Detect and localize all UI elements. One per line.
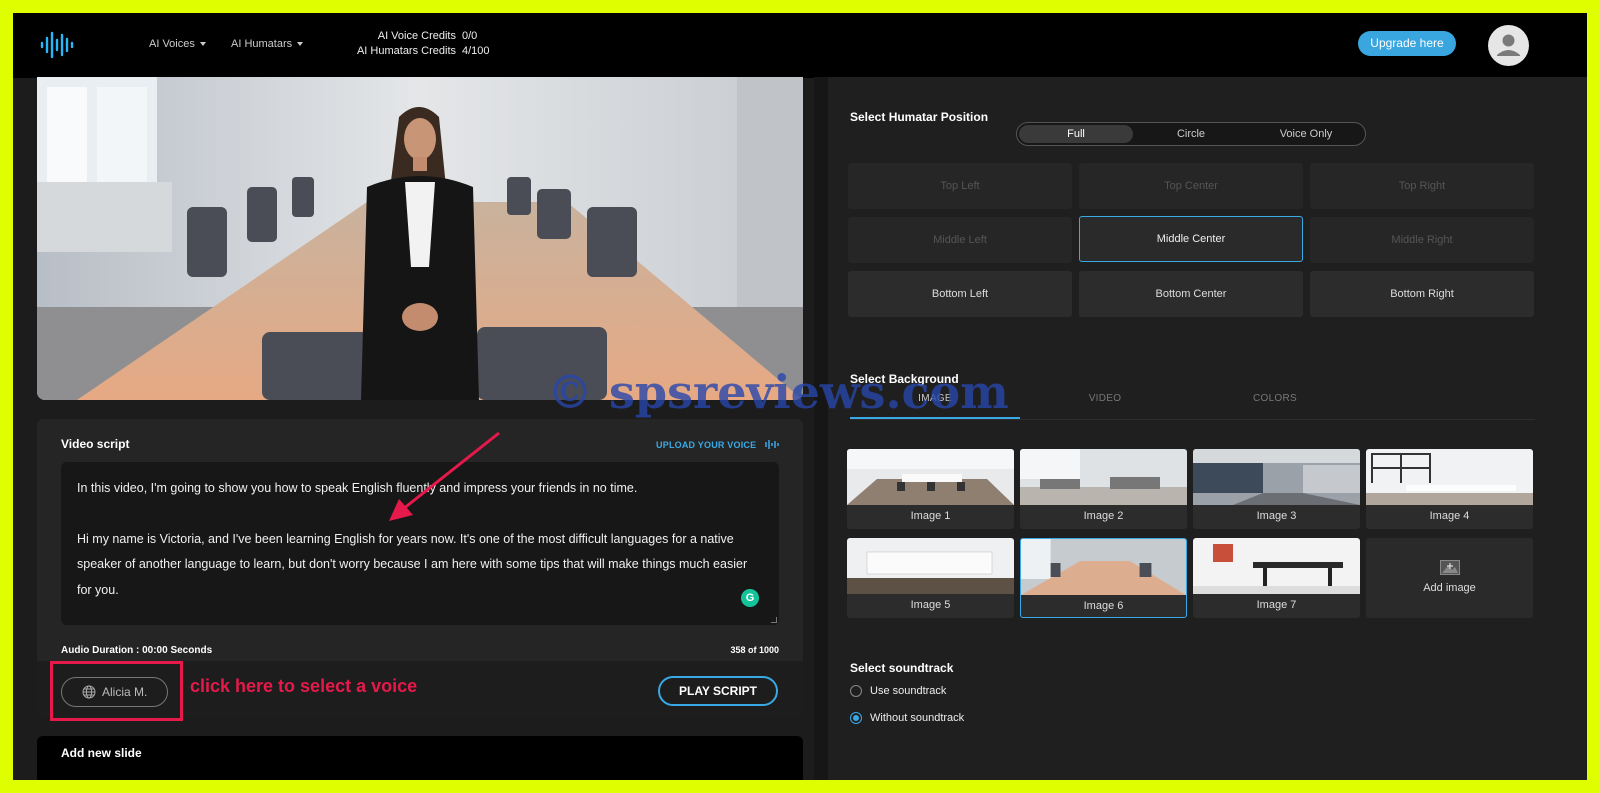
shape-option-circle[interactable]: Circle: [1134, 125, 1248, 143]
user-avatar[interactable]: [1488, 25, 1529, 66]
character-count: 358 of 1000: [730, 645, 779, 655]
settings-right-column: Select Humatar Position Full Circle Voic…: [828, 77, 1587, 780]
background-image-4[interactable]: Image 4: [1366, 449, 1533, 529]
script-blank-line: [77, 502, 763, 527]
office-thumbnail-image: [1193, 538, 1360, 594]
humatar-position-title: Select Humatar Position: [850, 110, 989, 124]
voice-credits-value: 0/0: [462, 30, 478, 42]
humatar-credits-value: 4/100: [462, 45, 490, 57]
voice-credits-row: AI Voice Credits 0/0: [341, 29, 496, 44]
script-textarea[interactable]: In this video, I'm going to show you how…: [61, 462, 779, 625]
nav-ai-voices-label: AI Voices: [149, 38, 195, 50]
office-thumbnail-image: [1193, 449, 1360, 505]
background-image-label: Image 4: [1429, 510, 1470, 522]
position-top-right[interactable]: Top Right: [1310, 163, 1534, 209]
position-top-center[interactable]: Top Center: [1079, 163, 1303, 209]
background-image-1[interactable]: Image 1: [847, 449, 1014, 529]
add-image-label: Add image: [1423, 582, 1476, 594]
script-paragraph: In this video, I'm going to show you how…: [77, 481, 638, 495]
play-script-button[interactable]: PLAY SCRIPT: [658, 676, 778, 706]
background-image-3[interactable]: Image 3: [1193, 449, 1360, 529]
position-bottom-center[interactable]: Bottom Center: [1079, 271, 1303, 317]
background-image-label: Image 6: [1083, 600, 1124, 612]
background-image-6[interactable]: Image 6: [1020, 538, 1187, 618]
position-middle-right[interactable]: Middle Right: [1310, 217, 1534, 263]
soundtrack-option-without[interactable]: Without soundtrack: [850, 712, 965, 725]
add-new-slide-card[interactable]: Add new slide: [37, 736, 803, 780]
resize-handle-icon[interactable]: [771, 617, 777, 623]
add-image-icon: [1440, 560, 1460, 575]
background-image-2[interactable]: Image 2: [1020, 449, 1187, 529]
tab-video[interactable]: VIDEO: [1020, 388, 1190, 419]
upgrade-button[interactable]: Upgrade here: [1358, 31, 1456, 56]
radio-selected-icon: [850, 712, 862, 725]
sound-wave-logo-icon[interactable]: [39, 29, 75, 61]
voice-credits-label: AI Voice Credits: [377, 30, 456, 42]
credits-summary: AI Voice Credits 0/0 AI Humatars Credits 4…: [341, 29, 496, 59]
nav-ai-humatars-label: AI Humatars: [231, 38, 293, 50]
caret-down-icon: [199, 42, 206, 47]
upload-voice-link[interactable]: UPLOAD YOUR VOICE: [656, 439, 779, 450]
annotation-text: click here to select a voice: [190, 676, 418, 696]
add-image-button[interactable]: Add image: [1366, 538, 1533, 618]
editor-left-column: Video script UPLOAD YOUR VOICE In this v…: [37, 77, 803, 780]
audio-duration: Audio Duration : 00:00 Seconds: [61, 645, 213, 656]
soundtrack-title: Select soundtrack: [850, 661, 954, 675]
humatar-credits-label: AI Humatars Credits: [356, 45, 456, 57]
upload-voice-label: UPLOAD YOUR VOICE: [656, 440, 757, 450]
nav-ai-voices-dropdown[interactable]: AI Voices: [149, 38, 206, 50]
video-script-title: Video script: [61, 437, 130, 451]
top-navigation-bar: AI Voices AI Humatars AI Voice Credits 0/…: [13, 13, 1587, 78]
shape-option-voice-only[interactable]: Voice Only: [1249, 125, 1363, 143]
position-top-left[interactable]: Top Left: [848, 163, 1072, 209]
background-image-label: Image 3: [1256, 510, 1297, 522]
column-divider: [814, 77, 828, 780]
video-preview: [37, 77, 803, 400]
tab-colors[interactable]: COLORS: [1190, 388, 1360, 419]
annotation-highlight-box: [50, 661, 183, 721]
position-middle-center[interactable]: Middle Center: [1079, 216, 1303, 262]
humatar-shape-toggle: Full Circle Voice Only: [1016, 122, 1366, 146]
user-icon: [1497, 34, 1520, 56]
grammarly-icon[interactable]: G: [741, 589, 759, 607]
soundtrack-option-use[interactable]: Use soundtrack: [850, 685, 947, 698]
position-bottom-right[interactable]: Bottom Right: [1310, 271, 1534, 317]
office-thumbnail-image: [1020, 449, 1187, 505]
background-image-label: Image 7: [1256, 599, 1297, 611]
office-thumbnail-image: [1366, 449, 1533, 505]
background-image-5[interactable]: Image 5: [847, 538, 1014, 618]
background-image-label: Image 1: [910, 510, 951, 522]
position-bottom-left[interactable]: Bottom Left: [848, 271, 1072, 317]
audio-wave-icon: [765, 440, 779, 449]
background-image-label: Image 5: [910, 599, 951, 611]
script-paragraph: Hi my name is Victoria, and I've been le…: [77, 531, 748, 597]
shape-option-full[interactable]: Full: [1019, 125, 1133, 143]
office-thumbnail-image: [847, 449, 1014, 505]
background-image-label: Image 2: [1083, 510, 1124, 522]
position-middle-left[interactable]: Middle Left: [848, 217, 1072, 263]
script-card-footer: Alicia M. click here to select a voice P…: [37, 661, 803, 721]
office-thumbnail-image: [1021, 539, 1186, 595]
nav-ai-humatars-dropdown[interactable]: AI Humatars: [231, 38, 304, 50]
add-new-slide-title: Add new slide: [61, 746, 142, 760]
humatar-credits-row: AI Humatars Credits 4/100: [341, 44, 496, 59]
video-script-card: Video script UPLOAD YOUR VOICE In this v…: [37, 419, 803, 721]
soundtrack-option-label: Use soundtrack: [870, 685, 947, 697]
soundtrack-option-label: Without soundtrack: [870, 712, 965, 724]
office-thumbnail-image: [847, 538, 1014, 594]
caret-down-icon: [297, 42, 304, 47]
app-window: AI Voices AI Humatars AI Voice Credits 0/…: [13, 13, 1587, 780]
watermark-text: © spsreviews.com: [547, 365, 1009, 419]
humatar-preview-image: [37, 77, 803, 400]
radio-icon: [850, 685, 862, 698]
background-image-7[interactable]: Image 7: [1193, 538, 1360, 618]
